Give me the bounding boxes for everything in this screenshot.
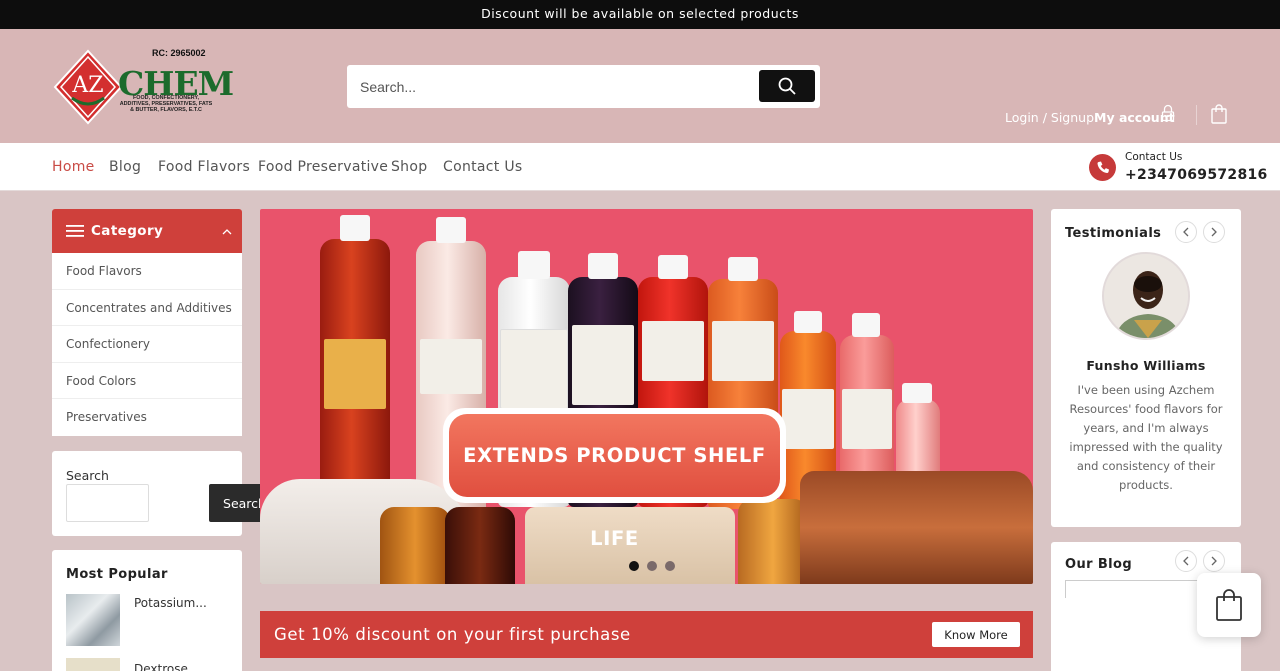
header-divider bbox=[1196, 105, 1197, 125]
chevron-up-icon[interactable] bbox=[222, 229, 232, 235]
testimonial-name: Funsho Williams bbox=[1086, 358, 1206, 373]
logo-diamond: AZ bbox=[53, 49, 123, 125]
hero-slider[interactable]: EXTENDS PRODUCT SHELF LIFE bbox=[260, 209, 1033, 584]
bottle-cap bbox=[340, 215, 370, 241]
nav-home[interactable]: Home bbox=[52, 159, 95, 175]
nav-shop[interactable]: Shop bbox=[391, 159, 427, 175]
search-button[interactable] bbox=[759, 70, 815, 102]
chevron-right-icon bbox=[1211, 227, 1217, 237]
account-links: Login / SignupMy account bbox=[1005, 110, 1175, 125]
product-thumbnail[interactable] bbox=[66, 658, 120, 671]
contact-label: Contact Us bbox=[1125, 151, 1183, 163]
site-logo[interactable]: AZ RC: 2965002 CHEM FOOD, CONFECTIONERY,… bbox=[52, 48, 234, 126]
slider-dot[interactable] bbox=[629, 561, 639, 571]
main-nav: Home Blog Food Flavors Food Preservative… bbox=[0, 143, 1280, 191]
bottle-cap bbox=[794, 311, 822, 333]
product-thumbnail[interactable] bbox=[66, 594, 120, 646]
nav-blog[interactable]: Blog bbox=[109, 159, 141, 175]
sidebar-search-label: Search bbox=[66, 468, 109, 483]
category-title: Category bbox=[91, 223, 164, 239]
logo-az-text: AZ bbox=[71, 73, 103, 98]
contact-phone[interactable]: +2347069572816 bbox=[1125, 167, 1268, 183]
bottle-label bbox=[500, 329, 568, 409]
floating-cart-button[interactable] bbox=[1197, 573, 1261, 637]
product-jar-image bbox=[445, 507, 515, 584]
logo-rc-number: RC: 2965002 bbox=[152, 48, 206, 58]
menu-icon bbox=[66, 225, 84, 237]
bottle-cap bbox=[436, 217, 466, 243]
promo-banner: Get 10% discount on your first purchase … bbox=[260, 611, 1033, 658]
bottle-label bbox=[572, 325, 634, 405]
search-icon bbox=[778, 77, 796, 95]
bottle-label bbox=[842, 389, 892, 449]
popular-product-name[interactable]: Potassium... bbox=[134, 596, 207, 610]
slider-dot[interactable] bbox=[647, 561, 657, 571]
search-input[interactable] bbox=[347, 65, 747, 108]
product-jar-image bbox=[380, 507, 450, 584]
slider-dot[interactable] bbox=[665, 561, 675, 571]
login-signup-link[interactable]: Login / Signup bbox=[1005, 110, 1094, 125]
bottle-label bbox=[782, 389, 834, 449]
announcement-text: Discount will be available on selected p… bbox=[481, 6, 799, 21]
testimonial-avatar bbox=[1102, 252, 1190, 340]
promo-text: Get 10% discount on your first purchase bbox=[274, 625, 631, 644]
category-item[interactable]: Concentrates and Additives bbox=[52, 290, 242, 327]
bottle-cap bbox=[902, 383, 932, 403]
chevron-left-icon bbox=[1183, 556, 1189, 566]
our-blog-title: Our Blog bbox=[1065, 557, 1133, 572]
category-item[interactable]: Preservatives bbox=[52, 399, 242, 436]
announcement-bar: Discount will be available on selected p… bbox=[0, 0, 1280, 29]
sidebar-search-widget: Search Search bbox=[52, 451, 280, 536]
bottle-cap bbox=[658, 255, 688, 279]
most-popular-widget: Most Popular Potassium... Dextrose bbox=[52, 550, 242, 671]
testimonial-quote: I've been using Azchem Resources' food f… bbox=[1069, 383, 1223, 492]
chevron-left-icon bbox=[1183, 227, 1189, 237]
blog-prev-button[interactable] bbox=[1175, 550, 1197, 572]
cart-bag-icon[interactable] bbox=[1210, 104, 1228, 124]
header-search bbox=[347, 65, 820, 108]
spice-pack-image bbox=[800, 471, 1033, 584]
chevron-right-icon bbox=[1211, 556, 1217, 566]
product-jar-image bbox=[738, 499, 808, 584]
bottle-label bbox=[642, 321, 704, 381]
bottle-label bbox=[420, 339, 482, 394]
hero-badge: EXTENDS PRODUCT SHELF LIFE bbox=[443, 408, 786, 550]
blog-next-button[interactable] bbox=[1203, 550, 1225, 572]
nav-food-flavors[interactable]: Food Flavors bbox=[158, 159, 250, 175]
lock-icon[interactable] bbox=[1161, 104, 1175, 122]
sidebar-search-input[interactable] bbox=[66, 484, 149, 522]
most-popular-title: Most Popular bbox=[66, 567, 168, 582]
shopping-bag-icon bbox=[1216, 589, 1242, 621]
testimonials-title: Testimonials bbox=[1065, 226, 1162, 241]
testimonial-next-button[interactable] bbox=[1203, 221, 1225, 243]
site-header: AZ RC: 2965002 CHEM FOOD, CONFECTIONERY,… bbox=[0, 29, 1280, 143]
category-item[interactable]: Food Colors bbox=[52, 363, 242, 400]
testimonial-prev-button[interactable] bbox=[1175, 221, 1197, 243]
category-item[interactable]: Confectionery bbox=[52, 326, 242, 363]
logo-tagline: FOOD, CONFECTIONERY, ADDITIVES, PRESERVA… bbox=[119, 95, 213, 114]
category-item[interactable]: Food Flavors bbox=[52, 253, 242, 290]
bottle-label bbox=[712, 321, 774, 381]
bottle-cap bbox=[518, 251, 550, 279]
hero-badge-text: EXTENDS PRODUCT SHELF LIFE bbox=[449, 414, 780, 550]
bottle-cap bbox=[852, 313, 880, 337]
bottle-cap bbox=[588, 253, 618, 279]
category-header[interactable]: Category bbox=[52, 209, 242, 253]
nav-food-preservative[interactable]: Food Preservative bbox=[258, 159, 388, 175]
testimonials-widget: Testimonials Funsho Williams I've been u… bbox=[1051, 209, 1241, 527]
nav-contact-us[interactable]: Contact Us bbox=[443, 159, 522, 175]
bottle-cap bbox=[728, 257, 758, 281]
bottle-label bbox=[324, 339, 386, 409]
popular-product-name[interactable]: Dextrose bbox=[134, 662, 188, 671]
phone-icon[interactable] bbox=[1089, 154, 1116, 181]
know-more-button[interactable]: Know More bbox=[932, 622, 1020, 647]
category-list: Food Flavors Concentrates and Additives … bbox=[52, 253, 242, 436]
